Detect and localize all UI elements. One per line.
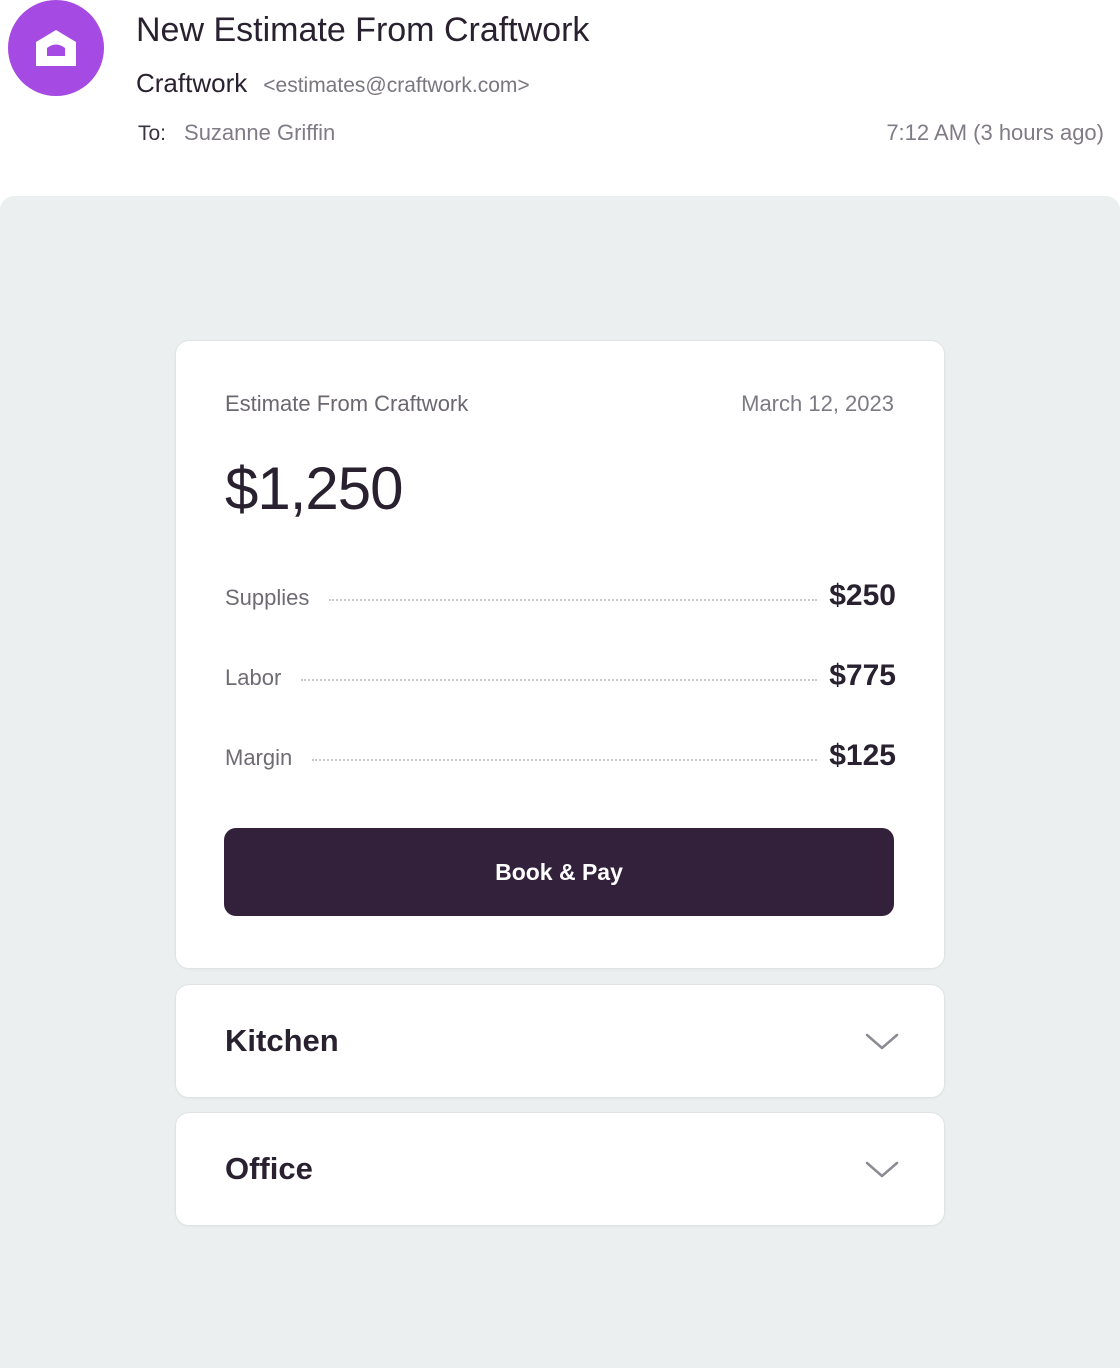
chevron-down-icon[interactable] <box>864 1029 900 1053</box>
line-item-amount: $250 <box>829 579 896 612</box>
section-office[interactable]: Office <box>175 1112 945 1226</box>
estimate-card: Estimate From Craftwork March 12, 2023 $… <box>175 340 945 969</box>
line-item-labor: Labor $775 <box>225 659 896 699</box>
to-label: To: <box>138 122 167 145</box>
email-header: New Estimate From Craftwork Craftwork <e… <box>0 0 1120 196</box>
dotted-leader <box>301 679 818 681</box>
estimate-date: March 12, 2023 <box>741 391 894 416</box>
section-title: Office <box>225 1151 313 1186</box>
line-item-amount: $125 <box>829 739 896 772</box>
section-kitchen[interactable]: Kitchen <box>175 984 945 1098</box>
recipient-name[interactable]: Suzanne Griffin <box>184 120 335 146</box>
recipient-row: To: Suzanne Griffin <box>138 120 335 154</box>
house-icon <box>36 30 76 66</box>
dotted-leader <box>312 759 818 761</box>
email-timestamp: 7:12 AM (3 hours ago) <box>886 120 1104 145</box>
book-and-pay-button[interactable]: Book & Pay <box>224 828 894 916</box>
email-body: Estimate From Craftwork March 12, 2023 $… <box>0 196 1120 1368</box>
dotted-leader <box>329 599 818 601</box>
estimate-total: $1,250 <box>225 455 404 522</box>
email-subject: New Estimate From Craftwork <box>136 11 590 49</box>
line-item-label: Margin <box>225 745 293 770</box>
sender-email[interactable]: <estimates@craftwork.com> <box>263 74 529 98</box>
estimate-title: Estimate From Craftwork <box>225 391 469 416</box>
section-title: Kitchen <box>225 1023 339 1058</box>
sender-row: Craftwork <estimates@craftwork.com> <box>136 68 530 108</box>
line-item-margin: Margin $125 <box>225 739 896 779</box>
line-item-label: Supplies <box>225 585 310 610</box>
chevron-down-icon[interactable] <box>864 1157 900 1181</box>
sender-avatar[interactable] <box>8 0 104 96</box>
line-item-supplies: Supplies $250 <box>225 579 896 619</box>
line-item-label: Labor <box>225 665 282 690</box>
sender-name[interactable]: Craftwork <box>136 68 247 99</box>
line-item-amount: $775 <box>829 659 896 692</box>
